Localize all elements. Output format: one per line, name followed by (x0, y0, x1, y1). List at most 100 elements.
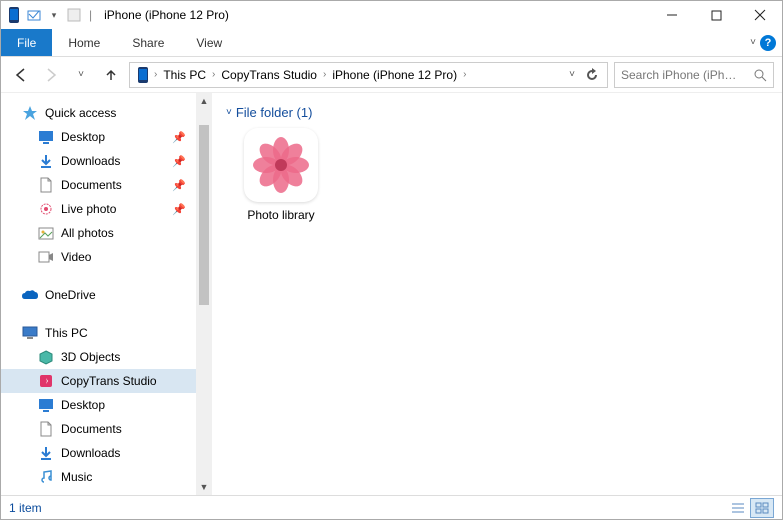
tree-item-downloads-pc[interactable]: Downloads (1, 441, 196, 465)
chevron-down-icon[interactable]: ˅ (226, 107, 232, 118)
navigation-bar: ˅ › This PC › CopyTrans Studio › iPhone … (1, 57, 782, 93)
tree-item-video[interactable]: Video (1, 245, 196, 269)
this-pc-icon (21, 324, 39, 342)
pin-icon: 📌 (172, 131, 186, 144)
group-label: File folder (1) (236, 105, 313, 120)
titlebar-separator: | (89, 8, 92, 22)
maximize-button[interactable] (694, 1, 738, 29)
scroll-thumb[interactable] (199, 125, 209, 305)
tree-item-3dobjects[interactable]: 3D Objects (1, 345, 196, 369)
3dobjects-icon (37, 348, 55, 366)
video-icon (37, 248, 55, 266)
qat-button-1[interactable] (25, 6, 43, 24)
allphotos-icon (37, 224, 55, 242)
breadcrumb-this-pc[interactable]: This PC (159, 68, 210, 82)
tree-item-livephoto[interactable]: Live photo 📌 (1, 197, 196, 221)
view-details-button[interactable] (726, 498, 750, 518)
tree-quick-access[interactable]: Quick access (1, 101, 196, 125)
documents-icon (37, 176, 55, 194)
tree-label: Desktop (61, 130, 105, 144)
tree-label: CopyTrans Studio (61, 374, 157, 388)
tree-label: This PC (45, 326, 88, 340)
tree-label: Documents (61, 422, 122, 436)
tree-item-desktop-pc[interactable]: Desktop (1, 393, 196, 417)
title-bar: ▾ | iPhone (iPhone 12 Pro) (1, 1, 782, 29)
tree-label: Downloads (61, 154, 120, 168)
search-placeholder: Search iPhone (iPh… (621, 68, 736, 82)
tree-this-pc[interactable]: This PC (1, 321, 196, 345)
chevron-right-icon[interactable]: › (461, 69, 468, 80)
window-title: iPhone (iPhone 12 Pro) (104, 8, 229, 22)
scroll-down-icon[interactable]: ▼ (196, 479, 212, 495)
status-bar: 1 item (1, 495, 782, 519)
chevron-right-icon[interactable]: › (152, 69, 159, 80)
desktop-icon (37, 396, 55, 414)
app-icon (5, 6, 23, 24)
recent-locations-button[interactable]: ˅ (69, 63, 93, 87)
tree-onedrive[interactable]: OneDrive (1, 283, 196, 307)
address-history-dropdown[interactable]: ˅ (565, 69, 579, 80)
downloads-icon (37, 152, 55, 170)
tree-label: Music (61, 470, 92, 484)
status-text: 1 item (9, 501, 42, 515)
livephoto-icon (37, 200, 55, 218)
minimize-button[interactable] (650, 1, 694, 29)
item-label: Photo library (247, 208, 314, 222)
photos-app-icon (244, 128, 318, 202)
chevron-right-icon[interactable]: › (321, 69, 328, 80)
pin-icon: 📌 (172, 155, 186, 168)
ribbon: File Home Share View ˅ ? (1, 29, 782, 57)
breadcrumb-iphone[interactable]: iPhone (iPhone 12 Pro) (328, 68, 461, 82)
tree-item-documents-pc[interactable]: Documents (1, 417, 196, 441)
tree-item-documents[interactable]: Documents 📌 (1, 173, 196, 197)
address-bar[interactable]: › This PC › CopyTrans Studio › iPhone (i… (129, 62, 608, 88)
search-input[interactable]: Search iPhone (iPh… (614, 62, 774, 88)
tree-item-copytrans[interactable]: CopyTrans Studio (1, 369, 196, 393)
tree-item-music[interactable]: Music (1, 465, 196, 489)
tree-label: All photos (61, 226, 114, 240)
group-header[interactable]: ˅ File folder (1) (226, 105, 768, 120)
scroll-up-icon[interactable]: ▲ (196, 93, 212, 109)
quick-access-icon (21, 104, 39, 122)
tree-item-downloads[interactable]: Downloads 📌 (1, 149, 196, 173)
back-button[interactable] (9, 63, 33, 87)
tree-label: Video (61, 250, 91, 264)
tree-label: Quick access (45, 106, 116, 120)
qat-dropdown-icon[interactable]: ▾ (45, 6, 63, 24)
tree-label: Desktop (61, 398, 105, 412)
breadcrumb-copytrans[interactable]: CopyTrans Studio (217, 68, 321, 82)
ribbon-tab-share[interactable]: Share (116, 29, 180, 56)
quick-access-toolbar: ▾ | (5, 6, 96, 24)
content-pane[interactable]: ˅ File folder (1) (212, 93, 782, 495)
nav-scrollbar[interactable]: ▲ ▼ (196, 93, 212, 495)
pin-icon: 📌 (172, 203, 186, 216)
tree-item-desktop[interactable]: Desktop 📌 (1, 125, 196, 149)
help-icon[interactable]: ? (760, 35, 776, 51)
search-icon (753, 68, 767, 82)
address-icon (134, 67, 152, 83)
ribbon-expand-icon[interactable]: ˅ (750, 37, 756, 48)
ribbon-file-tab[interactable]: File (1, 29, 52, 56)
tree-item-allphotos[interactable]: All photos (1, 221, 196, 245)
onedrive-icon (21, 286, 39, 304)
tree-label: Documents (61, 178, 122, 192)
body: Quick access Desktop 📌 Downloads 📌 Docum… (1, 93, 782, 495)
view-icons-button[interactable] (750, 498, 774, 518)
tree-label: Downloads (61, 446, 120, 460)
ribbon-tab-home[interactable]: Home (52, 29, 116, 56)
pin-icon: 📌 (172, 179, 186, 192)
navigation-pane: Quick access Desktop 📌 Downloads 📌 Docum… (1, 93, 196, 495)
downloads-icon (37, 444, 55, 462)
ribbon-tab-view[interactable]: View (180, 29, 238, 56)
chevron-right-icon[interactable]: › (210, 69, 217, 80)
qat-button-2[interactable] (65, 6, 83, 24)
close-button[interactable] (738, 1, 782, 29)
item-photo-library[interactable]: Photo library (236, 128, 326, 222)
refresh-button[interactable] (581, 68, 603, 82)
copytrans-icon (37, 372, 55, 390)
forward-button[interactable] (39, 63, 63, 87)
tree-label: OneDrive (45, 288, 96, 302)
tree-label: Live photo (61, 202, 116, 216)
documents-icon (37, 420, 55, 438)
up-button[interactable] (99, 63, 123, 87)
